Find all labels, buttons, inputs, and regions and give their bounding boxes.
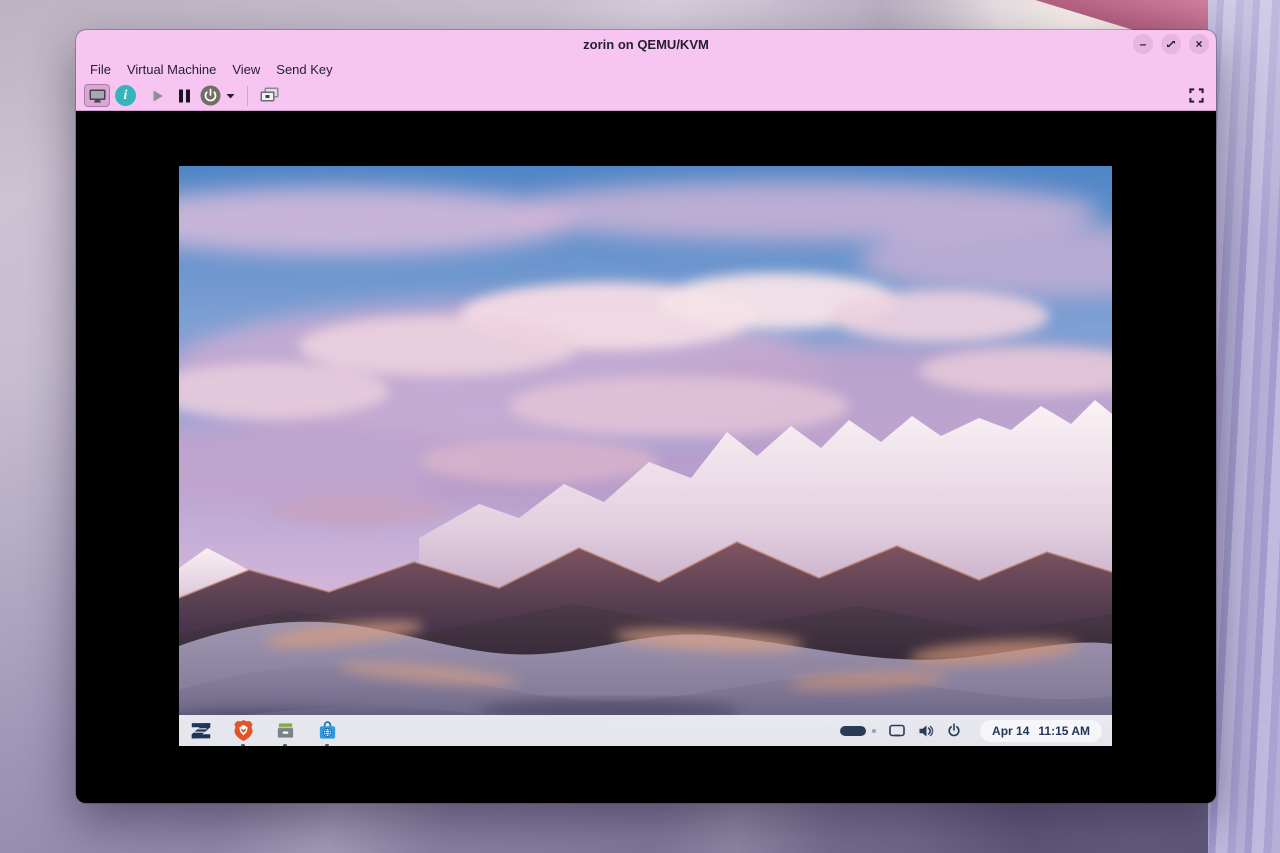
software-store-button[interactable] [315, 719, 339, 743]
host-wallpaper-dress-fabric [1208, 0, 1280, 853]
play-icon [151, 89, 165, 103]
shutdown-menu-button[interactable] [222, 84, 238, 108]
guest-taskbar: Apr 14 11:15 AM [179, 715, 1112, 746]
toolbar-separator [247, 86, 248, 106]
shutdown-button[interactable] [198, 84, 222, 108]
menu-view[interactable]: View [224, 60, 268, 79]
clock-time: 11:15 AM [1038, 724, 1090, 738]
battery-icon [840, 726, 866, 736]
window-controls: – × [1133, 34, 1209, 54]
power-icon [200, 85, 221, 106]
clock-button[interactable]: Apr 14 11:15 AM [980, 720, 1102, 742]
menu-file[interactable]: File [82, 60, 119, 79]
titlebar[interactable]: zorin on QEMU/KVM – × [76, 30, 1216, 58]
volume-tray-button[interactable] [918, 724, 934, 738]
brave-browser-button[interactable] [231, 719, 255, 743]
fullscreen-button[interactable] [1184, 84, 1208, 108]
maximize-icon [1165, 38, 1177, 50]
zorin-menu-button[interactable] [189, 719, 213, 743]
window-title: zorin on QEMU/KVM [583, 37, 709, 52]
pause-button[interactable] [173, 84, 195, 108]
run-button[interactable] [146, 84, 170, 108]
show-details-button[interactable]: i [115, 85, 136, 106]
guest-wallpaper [179, 166, 1112, 746]
pause-icon [178, 89, 191, 103]
battery-nub-icon [872, 729, 876, 733]
fullscreen-icon [1189, 88, 1204, 103]
menubar: File Virtual Machine View Send Key [76, 58, 1216, 81]
volume-icon [918, 724, 934, 738]
minimize-button[interactable]: – [1133, 34, 1153, 54]
guest-screen[interactable]: Apr 14 11:15 AM [179, 166, 1112, 746]
battery-indicator[interactable] [840, 726, 876, 736]
power-tray-button[interactable] [947, 723, 961, 738]
maximize-button[interactable] [1161, 34, 1181, 54]
chevron-down-icon [226, 93, 235, 99]
show-console-button[interactable] [84, 84, 110, 107]
menu-virtual-machine[interactable]: Virtual Machine [119, 60, 224, 79]
brave-icon [233, 719, 254, 742]
menu-send-key[interactable]: Send Key [268, 60, 340, 79]
displays-button[interactable] [257, 84, 281, 108]
close-button[interactable]: × [1189, 34, 1209, 54]
screen-icon [889, 724, 905, 738]
files-button[interactable] [273, 719, 297, 743]
zorin-logo-icon [189, 718, 213, 743]
system-tray: Apr 14 11:15 AM [840, 720, 1102, 742]
minimize-icon: – [1140, 38, 1147, 50]
files-icon [275, 720, 296, 741]
taskbar-apps [189, 719, 339, 743]
console-monitor-icon [89, 89, 106, 103]
info-icon: i [124, 88, 128, 104]
displays-icon [260, 87, 279, 104]
close-icon: × [1195, 38, 1202, 50]
clock-date: Apr 14 [992, 724, 1029, 738]
software-store-icon [317, 720, 338, 741]
virt-manager-window: zorin on QEMU/KVM – × File Virtual Machi… [76, 30, 1216, 803]
screen-tray-button[interactable] [889, 724, 905, 738]
power-tray-icon [947, 723, 961, 738]
vm-display-area[interactable]: Apr 14 11:15 AM [76, 111, 1216, 803]
toolbar: i [76, 81, 1216, 111]
